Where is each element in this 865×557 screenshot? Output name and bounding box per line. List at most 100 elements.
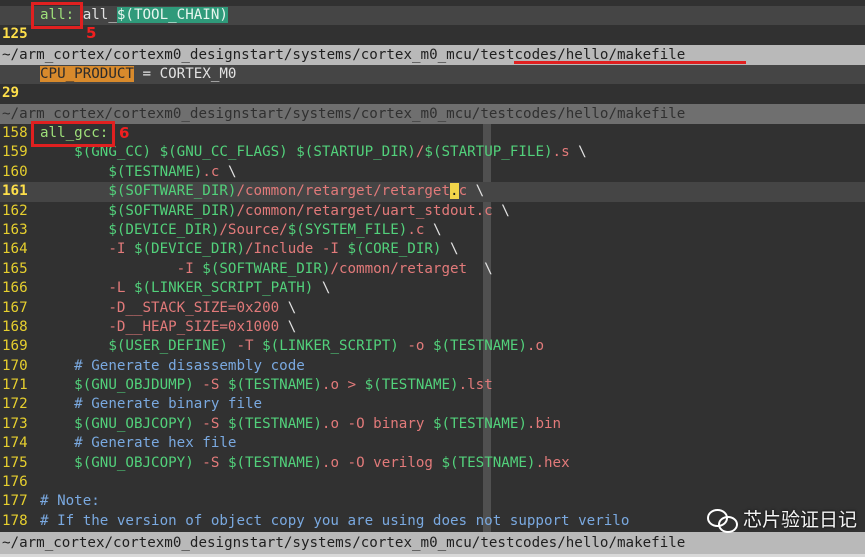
code-text: # Generate disassembly code	[40, 357, 305, 376]
code-line-30[interactable]: 30	[0, 84, 865, 121]
code-plain	[40, 377, 74, 393]
code-plain	[40, 222, 108, 238]
code-plain: = CORTEX_M0	[133, 66, 237, 82]
line-number: 164	[2, 241, 28, 258]
code-path: .hex	[535, 454, 570, 471]
annotation-underline	[514, 61, 746, 64]
code-path: -S	[193, 415, 228, 432]
code-path: c	[458, 183, 468, 200]
code-text: $(USER_DEFINE) -T $(LINKER_SCRIPT) -o $(…	[40, 337, 544, 356]
line-number: 171	[2, 377, 28, 394]
code-comment: # Generate binary file	[74, 396, 263, 413]
watermark: 芯片验证日记	[706, 505, 857, 533]
code-var: $(GNU_OBJCOPY)	[74, 415, 194, 432]
annotation-number-5: 5	[86, 24, 97, 42]
code-plain	[40, 455, 74, 471]
code-plain	[40, 183, 108, 199]
status-bar-bottom[interactable]: ~/arm_cortex/cortexm0_designstart/system…	[0, 532, 865, 554]
code-text: $(GNG_CC) $(GNU_CC_FLAGS) $(STARTUP_DIR)…	[40, 143, 587, 162]
code-var: $(CORE_DIR)	[347, 241, 442, 258]
code-var: $(SOFTWARE_DIR)	[202, 260, 331, 277]
code-line-165[interactable]: 165 -I $(SOFTWARE_DIR)/common/retarget \	[0, 260, 865, 279]
code-plain	[40, 280, 108, 296]
code-text: $(GNU_OBJCOPY) -S $(TESTNAME).o -O binar…	[40, 415, 561, 434]
code-line-164[interactable]: 164 -I $(DEVICE_DIR)/Include -I $(CORE_D…	[0, 240, 865, 259]
code-line-170[interactable]: 170 # Generate disassembly code	[0, 357, 865, 376]
code-line-166[interactable]: 166 -L $(LINKER_SCRIPT_PATH) \	[0, 279, 865, 298]
code-line-163[interactable]: 163 $(DEVICE_DIR)/Source/$(SYSTEM_FILE).…	[0, 221, 865, 240]
code-line-160[interactable]: 160 $(TESTNAME).c \	[0, 163, 865, 182]
line-number: 176	[2, 474, 28, 491]
code-text: $(TESTNAME).c \	[40, 163, 237, 182]
code-text: $(SOFTWARE_DIR)/common/retarget/retarget…	[40, 182, 484, 201]
code-line-167[interactable]: 167 -D__STACK_SIZE=0x200 \	[0, 299, 865, 318]
code-var: $(STARTUP_DIR)	[296, 144, 416, 161]
code-line-171[interactable]: 171 $(GNU_OBJDUMP) -S $(TESTNAME).o > $(…	[0, 376, 865, 395]
code-text: # Note:	[40, 492, 100, 511]
code-var: $(STARTUP_FILE)	[424, 144, 553, 161]
code-text: -D__STACK_SIZE=0x200 \	[40, 299, 296, 318]
code-path: .o -O binary	[321, 415, 433, 432]
code-var: $(SOFTWARE_DIR)	[108, 183, 237, 200]
code-plain: \	[569, 144, 587, 161]
code-var: $(TESTNAME)	[441, 454, 536, 471]
editor-pane-bottom: 158 all_gcc: 159 $(GNG_CC) $(GNU_CC_FLAGS)…	[0, 124, 865, 532]
code-path: .bin	[526, 415, 562, 432]
line-number: 166	[2, 280, 28, 297]
code-path: -D__STACK_SIZE=0x200	[108, 299, 280, 316]
code-plain	[40, 300, 108, 316]
line-number: 177	[2, 493, 28, 510]
code-plain: \	[279, 299, 297, 316]
code-plain	[40, 164, 108, 180]
code-plain: \	[467, 260, 493, 277]
code-line-176[interactable]: 176	[0, 473, 865, 492]
code-var: $(GNU_OBJDUMP)	[74, 377, 194, 394]
code-line-173[interactable]: 173 $(GNU_OBJCOPY) -S $(TESTNAME).o -O b…	[0, 415, 865, 434]
code-plain	[151, 144, 160, 160]
code-var: $(TESTNAME)	[364, 377, 459, 394]
code-var: $(DEVICE_DIR)	[133, 241, 246, 258]
code-path: .lst	[458, 377, 493, 394]
code-var: $(GNU_OBJCOPY)	[74, 454, 194, 471]
code-var: $(TESTNAME)	[432, 338, 527, 355]
status-bar-middle[interactable]: ~/arm_cortex/cortexm0_designstart/system…	[0, 104, 865, 124]
code-line-126[interactable]: 126	[0, 25, 865, 62]
code-line-158[interactable]: 158 all_gcc:	[0, 124, 865, 143]
code-line-174[interactable]: 174 # Generate hex file	[0, 434, 865, 453]
code-plain: \	[219, 163, 237, 180]
editor-pane-middle: 29 CPU_PRODUCT = CORTEX_M0 30	[0, 65, 865, 121]
annotation-box-5	[31, 2, 83, 29]
line-number: 175	[2, 454, 28, 471]
code-text: $(SOFTWARE_DIR)/common/retarget/uart_std…	[40, 202, 510, 221]
code-var: $(TESTNAME)	[432, 415, 527, 432]
code-plain: \	[441, 241, 459, 258]
watermark-text: 芯片验证日记	[742, 509, 857, 531]
line-number: 167	[2, 299, 28, 316]
code-var: $(TESTNAME)	[108, 163, 203, 180]
code-line-172[interactable]: 172 # Generate binary file	[0, 395, 865, 414]
code-path: /common/retarget	[330, 260, 468, 277]
code-path: -D__HEAP_SIZE=0x1000	[108, 318, 280, 335]
code-plain: \	[492, 202, 510, 219]
search-highlight: CPU_PRODUCT	[40, 66, 134, 82]
code-line-161[interactable]: 161 $(SOFTWARE_DIR)/common/retarget/reta…	[0, 182, 865, 202]
code-line-168[interactable]: 168 -D__HEAP_SIZE=0x1000 \	[0, 318, 865, 337]
code-text: -I $(SOFTWARE_DIR)/common/retarget \	[40, 260, 493, 279]
code-line-29[interactable]: 29 CPU_PRODUCT = CORTEX_M0	[0, 65, 865, 101]
code-line-159[interactable]: 159 $(GNG_CC) $(GNU_CC_FLAGS) $(STARTUP_…	[0, 143, 865, 162]
code-path: /common/retarget/retarget	[236, 183, 451, 200]
line-number: 173	[2, 415, 28, 432]
code-line-162[interactable]: 162 $(SOFTWARE_DIR)/common/retarget/uart…	[0, 202, 865, 221]
annotation-box-6	[31, 121, 115, 147]
code-text: -L $(LINKER_SCRIPT_PATH) \	[40, 279, 330, 298]
line-number: 169	[2, 338, 28, 355]
code-line-125[interactable]: 125 all: all_$(TOOL_CHAIN)	[0, 6, 865, 42]
code-line-169[interactable]: 169 $(USER_DEFINE) -T $(LINKER_SCRIPT) -…	[0, 337, 865, 356]
code-path: .s	[552, 144, 570, 161]
code-line-175[interactable]: 175 $(GNU_OBJCOPY) -S $(TESTNAME).o -O v…	[0, 454, 865, 473]
code-plain	[288, 144, 297, 160]
code-plain: \	[279, 318, 297, 335]
code-plain	[40, 241, 108, 257]
line-number: 161	[2, 183, 28, 200]
code-path: -I	[176, 260, 203, 277]
